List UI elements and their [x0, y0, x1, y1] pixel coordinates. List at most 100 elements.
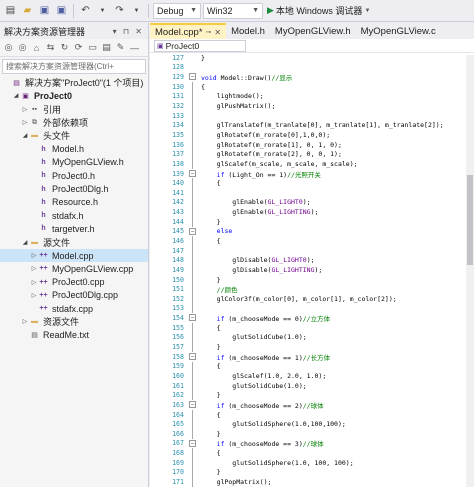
preview-icon[interactable]: —	[129, 43, 140, 53]
tree-item[interactable]: h targetver.h	[0, 222, 148, 235]
vertical-scrollbar[interactable]	[466, 55, 474, 487]
collapse-icon[interactable]: −	[189, 314, 196, 322]
collapse-arrow-icon[interactable]: ◢	[21, 239, 29, 246]
expand-arrow-icon[interactable]: ▷	[30, 279, 38, 286]
tree-item[interactable]: ▷ ▪▪ 引用	[0, 103, 148, 116]
expand-arrow-icon[interactable]: ▷	[21, 119, 29, 126]
expand-arrow-icon[interactable]: ▷	[30, 252, 38, 259]
home-icon[interactable]: ⌂	[31, 43, 42, 53]
code-line: 152 glColor3f(m_color[0], m_color[1], m_…	[150, 294, 474, 304]
collapse-icon[interactable]: −	[189, 227, 196, 235]
platform-select[interactable]: Win32 ▼	[203, 2, 263, 19]
tree-item[interactable]: h MyOpenGLView.h	[0, 156, 148, 169]
open-folder-icon[interactable]: ▰	[20, 3, 35, 18]
line-number: 147	[172, 246, 184, 255]
code-text: glRotatef(m_rorate[2], 0, 0, 1);	[201, 150, 342, 159]
forward-icon[interactable]: ◎	[17, 42, 28, 53]
tree-item[interactable]: ▷ ++ ProJect0Dlg.cpp	[0, 289, 148, 302]
configuration-select[interactable]: Debug ▼	[153, 2, 201, 19]
outline-margin	[186, 380, 201, 391]
tree-item[interactable]: h Model.h	[0, 142, 148, 155]
save-icon[interactable]: ▣	[37, 3, 52, 18]
code-text: {	[201, 449, 221, 458]
tree-item[interactable]: ▷ ▬ 资源文件	[0, 315, 148, 328]
code-area[interactable]: 127} 128 129− void Model::Draw()//显示 130{131…	[150, 53, 474, 487]
collapse-icon[interactable]: −	[189, 73, 196, 81]
outline-guide	[192, 467, 193, 478]
code-line: 168 {	[150, 448, 474, 458]
scrollbar-thumb[interactable]	[467, 175, 473, 265]
close-icon[interactable]: ✕	[214, 28, 221, 37]
redo-dropdown-icon[interactable]: ▼	[129, 3, 144, 18]
code-line: 167− if (m_chooseMode == 3)//球体	[150, 439, 474, 448]
collapse-all-icon[interactable]: ▭	[87, 42, 98, 53]
save-all-icon[interactable]: ▣	[54, 3, 69, 18]
panel-controls[interactable]: ▾ ⊓ ✕	[113, 27, 144, 36]
editor-tab[interactable]: Model.h	[226, 23, 270, 39]
line-number: 152	[172, 294, 184, 303]
collapse-icon[interactable]: −	[189, 401, 196, 409]
tree-item[interactable]: ▤ 解决方案"ProJect0"(1 个项目)	[0, 76, 148, 89]
refresh-icon[interactable]: ⟳	[73, 42, 84, 53]
line-number: 145	[172, 227, 184, 236]
tree-item[interactable]: h ProJect0.h	[0, 169, 148, 182]
tree-item[interactable]: ◢ ▬ 头文件	[0, 129, 148, 142]
tree-item[interactable]: ▷ ++ Model.cpp	[0, 248, 148, 263]
project-scope-select[interactable]: ▣ ProJect0	[154, 39, 246, 52]
outline-margin	[186, 294, 201, 304]
properties-icon[interactable]: ✎	[115, 42, 126, 53]
editor-tab[interactable]: Model.cpp* ⊸ ✕	[150, 23, 227, 39]
header-file-icon: h	[41, 185, 46, 193]
tree-item[interactable]: h stdafx.h	[0, 209, 148, 222]
code-text: //颜色	[216, 286, 238, 295]
expand-arrow-icon[interactable]: ▷	[21, 106, 29, 113]
chevron-down-icon[interactable]: ▼	[364, 8, 370, 14]
tree-item[interactable]: ◢ ▬ 源文件	[0, 236, 148, 249]
undo-dropdown-icon[interactable]: ▼	[95, 3, 110, 18]
collapse-icon[interactable]: −	[189, 439, 196, 447]
outline-margin	[186, 178, 201, 188]
start-debugging-button[interactable]: ▶ 本地 Windows 调试器 ▼	[265, 3, 372, 19]
editor-tab[interactable]: MyOpenGLView.h	[270, 23, 356, 39]
tree-item[interactable]: h Resource.h	[0, 196, 148, 209]
undo-icon[interactable]: ↶	[78, 3, 93, 18]
expand-arrow-icon[interactable]: ▷	[30, 265, 38, 272]
tree-item[interactable]: ▷ ++ MyOpenGLView.cpp	[0, 262, 148, 275]
code-text: glEnable(GL_LIGHTING);	[201, 208, 319, 217]
outline-margin	[186, 207, 201, 217]
collapse-arrow-icon[interactable]: ◢	[21, 132, 29, 139]
back-icon[interactable]: ◎	[3, 42, 14, 53]
code-line: 170 }	[150, 467, 474, 478]
line-number: 127	[172, 53, 184, 62]
expand-arrow-icon[interactable]: ▷	[21, 318, 29, 325]
outline-margin	[186, 63, 201, 73]
solution-search-input[interactable]: 搜索解决方案资源管理器(Ctrl+	[2, 59, 146, 74]
code-line: 129− void Model::Draw()//显示	[150, 72, 474, 82]
solution-icon: ▤	[13, 79, 20, 87]
code-text: glTranslatef(m_tranlate[0], m_tranlate[1…	[201, 121, 444, 130]
pending-changes-icon[interactable]: ↻	[59, 42, 70, 53]
tree-item[interactable]: ▤ ReadMe.txt	[0, 329, 148, 342]
outline-guide	[192, 428, 193, 439]
sync-icon[interactable]: ⇆	[45, 42, 56, 53]
redo-icon[interactable]: ↷	[112, 3, 127, 18]
show-all-files-icon[interactable]: ▤	[101, 42, 112, 53]
collapse-arrow-icon[interactable]: ◢	[12, 92, 20, 99]
expand-arrow-icon[interactable]: ▷	[30, 292, 38, 299]
outline-margin	[186, 81, 201, 92]
new-file-icon[interactable]: ▤	[3, 3, 18, 18]
tree-item[interactable]: ▷ ⧉ 外部依赖项	[0, 116, 148, 129]
outline-margin	[186, 284, 201, 295]
collapse-icon[interactable]: −	[189, 352, 196, 360]
tree-item[interactable]: ◢ ▣ ProJect0	[0, 89, 148, 102]
tree-item[interactable]: h ProJect0Dlg.h	[0, 182, 148, 195]
line-number: 140	[172, 179, 184, 188]
pin-icon[interactable]: ⊸	[206, 28, 212, 36]
tree-item[interactable]: ++ stdafx.cpp	[0, 302, 148, 315]
code-text: }	[201, 391, 221, 400]
cpp-file-icon: ++	[39, 291, 48, 299]
code-line: 137 glRotatef(m_rorate[2], 0, 0, 1);	[150, 149, 474, 160]
collapse-icon[interactable]: −	[189, 169, 196, 177]
editor-tab[interactable]: MyOpenGLView.c	[356, 23, 441, 39]
tree-item[interactable]: ▷ ++ ProJect0.cpp	[0, 275, 148, 288]
